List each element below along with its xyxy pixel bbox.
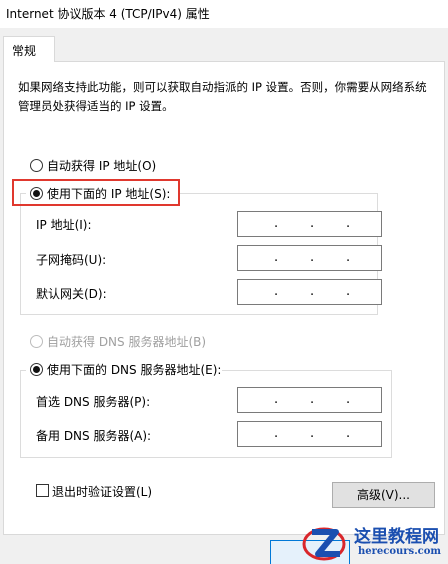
- manual-dns-radio[interactable]: [30, 363, 43, 376]
- watermark-logo-icon: [302, 527, 346, 561]
- auto-ip-radio[interactable]: [30, 159, 43, 172]
- tab-general[interactable]: 常规: [3, 36, 55, 62]
- auto-ip-label[interactable]: 自动获得 IP 地址(O): [47, 157, 156, 174]
- advanced-button[interactable]: 高级(V)...: [332, 482, 435, 508]
- alternate-dns-input[interactable]: ...: [237, 421, 382, 447]
- validate-on-exit-checkbox[interactable]: [36, 484, 49, 497]
- watermark-title: 这里教程网: [354, 527, 439, 547]
- ip-address-input[interactable]: ...: [237, 211, 382, 237]
- auto-dns-radio[interactable]: [30, 335, 43, 348]
- auto-dns-label[interactable]: 自动获得 DNS 服务器地址(B): [47, 333, 206, 350]
- watermark-url: herecours.com: [358, 546, 442, 557]
- description-text: 如果网络支持此功能，则可以获取自动指派的 IP 设置。否则，你需要从网络系统管理…: [18, 80, 427, 113]
- default-gateway-input[interactable]: ...: [237, 279, 382, 305]
- window-title: Internet 协议版本 4 (TCP/IPv4) 属性: [6, 7, 210, 21]
- alternate-dns-label: 备用 DNS 服务器(A):: [36, 429, 152, 443]
- ip-address-label: IP 地址(I):: [36, 218, 92, 232]
- default-gateway-label: 默认网关(D):: [36, 287, 107, 301]
- manual-dns-label[interactable]: 使用下面的 DNS 服务器地址(E):: [47, 361, 221, 378]
- title-bar: Internet 协议版本 4 (TCP/IPv4) 属性: [0, 0, 448, 28]
- validate-on-exit-label[interactable]: 退出时验证设置(L): [52, 483, 152, 500]
- preferred-dns-input[interactable]: ...: [237, 387, 382, 413]
- highlight-box: [12, 179, 180, 206]
- watermark: 这里教程网 herecours.com: [300, 518, 448, 564]
- preferred-dns-label: 首选 DNS 服务器(P):: [36, 395, 151, 409]
- subnet-mask-label: 子网掩码(U):: [36, 253, 107, 267]
- subnet-mask-input[interactable]: ...: [237, 245, 382, 271]
- tab-general-label: 常规: [12, 44, 37, 58]
